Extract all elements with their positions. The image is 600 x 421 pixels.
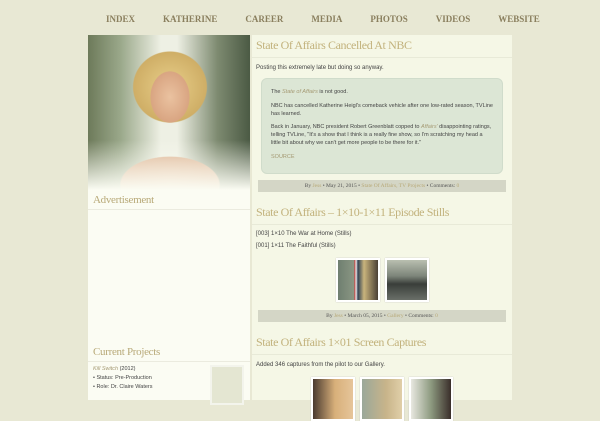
current-projects-heading: Current Projects: [88, 346, 250, 362]
meta-by: By: [326, 312, 334, 319]
comments-count-link[interactable]: 0: [435, 313, 438, 319]
post: State Of Affairs 1×01 Screen Captures Ad…: [252, 332, 512, 421]
gallery-thumbnail[interactable]: [409, 377, 453, 421]
nav-website[interactable]: WEBSITE: [484, 14, 554, 24]
post-date: • May 21, 2015 •: [321, 183, 362, 190]
thumbnail-row: [252, 377, 512, 421]
post-intro: Posting this extremely late but doing so…: [256, 65, 384, 71]
quote-text: Back in January, NBC president Robert Gr…: [271, 124, 422, 131]
quote-text: The: [271, 89, 283, 96]
gallery-thumbnail[interactable]: [335, 257, 380, 302]
thumbnail-row: [252, 257, 512, 302]
category-links[interactable]: State Of Affairs, TV Projects: [361, 183, 425, 189]
post-line: [003] 1×10 The War at Home (Stills): [256, 231, 352, 238]
quote-italic: Affairs': [421, 124, 438, 131]
nav-media[interactable]: MEDIA: [297, 14, 356, 24]
project-year: (2012): [119, 366, 136, 372]
post-title[interactable]: State Of Affairs – 1×10-1×11 Episode Sti…: [252, 202, 512, 226]
post: State Of Affairs – 1×10-1×11 Episode Sti…: [252, 202, 512, 322]
post-intro: Added 346 captures from the pilot to our…: [256, 361, 385, 368]
sidebar: Advertisement Current Projects Kill Swit…: [88, 35, 250, 405]
nav-katherine[interactable]: KATHERINE: [149, 14, 231, 24]
comments-label: • Comments:: [425, 183, 457, 190]
gallery-thumbnail[interactable]: [384, 257, 429, 302]
nav-career[interactable]: CAREER: [231, 14, 297, 24]
quote-text: is not good.: [317, 89, 348, 96]
nav-videos[interactable]: VIDEOS: [422, 14, 485, 24]
post: State Of Affairs Cancelled At NBC Postin…: [252, 35, 512, 193]
blockquote: The State of Affairs is not good. NBC ha…: [261, 78, 503, 175]
source-link[interactable]: SOURCE: [271, 154, 295, 160]
main-content: State Of Affairs Cancelled At NBC Postin…: [252, 35, 512, 421]
project-poster: [210, 365, 244, 405]
gallery-thumbnail[interactable]: [360, 377, 404, 421]
gallery-thumbnail[interactable]: [311, 377, 355, 421]
post-title[interactable]: State Of Affairs Cancelled At NBC: [252, 35, 512, 58]
post-meta: By Jess • May 21, 2015 • State Of Affair…: [258, 180, 506, 193]
post-meta: By Jess • March 05, 2015 • Gallery • Com…: [258, 309, 506, 322]
advertisement-area: [88, 210, 250, 346]
project-title-link[interactable]: Kill Switch: [93, 366, 118, 372]
category-links[interactable]: Gallery: [387, 313, 404, 319]
main-nav: INDEX KATHERINE CAREER MEDIA PHOTOS VIDE…: [92, 14, 540, 24]
nav-photos[interactable]: PHOTOS: [356, 14, 421, 24]
header-portrait-image: [88, 35, 250, 190]
nav-index[interactable]: INDEX: [92, 14, 149, 24]
post-title[interactable]: State Of Affairs 1×01 Screen Captures: [252, 332, 512, 355]
quote-italic: State of Affairs: [282, 89, 318, 96]
quote-paragraph: NBC has cancelled Katherine Heigl's come…: [271, 103, 493, 117]
author-link[interactable]: Jess: [334, 313, 343, 319]
advertisement-heading: Advertisement: [88, 194, 250, 210]
current-project: Kill Switch (2012) • Status: Pre-Product…: [88, 362, 250, 405]
comments-count-link[interactable]: 0: [457, 183, 460, 189]
post-date: • March 05, 2015 •: [342, 312, 388, 319]
post-line: [001] 1×11 The Faithful (Stills): [256, 242, 336, 249]
comments-label: • Comments:: [403, 312, 436, 319]
